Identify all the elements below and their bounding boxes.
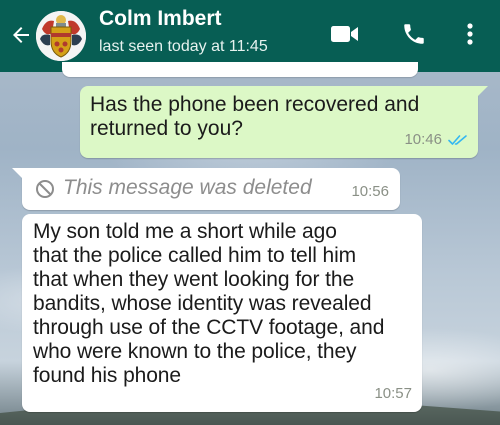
message-time: 10:56 bbox=[351, 183, 389, 200]
message-text-line: bandits, whose identity was revealed bbox=[33, 292, 372, 315]
message-text-line: through use of the CCTV footage, and bbox=[33, 316, 385, 339]
video-call-icon[interactable] bbox=[328, 17, 362, 51]
last-seen-status: last seen today at 11:45 bbox=[99, 38, 268, 55]
blocked-icon bbox=[34, 178, 56, 200]
outgoing-message[interactable]: Has the phone been recovered and returne… bbox=[80, 86, 488, 158]
message-meta: 10:56 bbox=[351, 180, 389, 204]
message-text-line: that when they went looking for the bbox=[33, 268, 355, 291]
read-receipt-icon bbox=[448, 134, 468, 146]
contact-name[interactable]: Colm Imbert bbox=[99, 7, 222, 31]
voice-call-icon[interactable] bbox=[397, 17, 431, 51]
message-time: 10:46 bbox=[404, 131, 442, 148]
more-options-icon[interactable] bbox=[458, 17, 482, 51]
message-text-line: found his phone bbox=[33, 364, 181, 387]
message-meta: 10:57 bbox=[374, 382, 412, 406]
back-arrow-icon[interactable] bbox=[6, 18, 36, 52]
deleted-message[interactable]: This message was deleted 10:56 bbox=[12, 168, 400, 210]
message-text-line: that the police called him to tell him bbox=[33, 244, 357, 267]
message-meta: 10:46 bbox=[404, 128, 468, 152]
previous-message-bubble[interactable] bbox=[62, 62, 418, 77]
message-text-line: Has the phone been recovered and bbox=[90, 93, 420, 116]
contact-avatar[interactable] bbox=[36, 11, 86, 61]
message-text-line: who were known to the police, they bbox=[33, 340, 357, 363]
incoming-message[interactable]: My son told me a short while ago that th… bbox=[22, 214, 422, 412]
message-time: 10:57 bbox=[374, 385, 412, 402]
message-text-line: My son told me a short while ago bbox=[33, 220, 337, 243]
deleted-message-text: This message was deleted bbox=[63, 176, 312, 199]
